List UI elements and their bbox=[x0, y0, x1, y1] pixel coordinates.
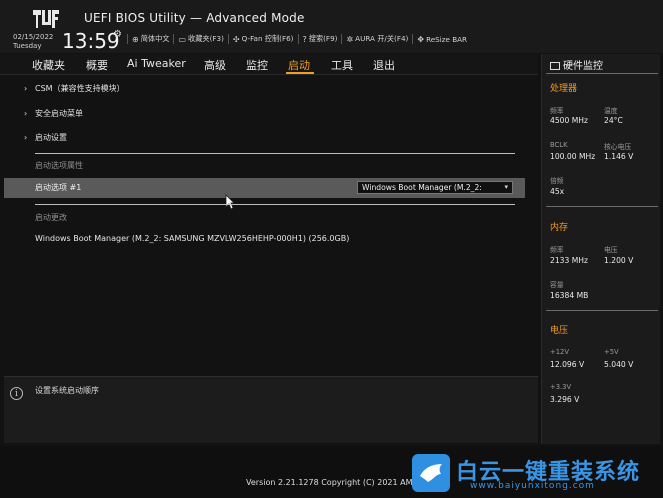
cpu-temp-label: 温度 bbox=[604, 107, 618, 115]
date-display: 02/15/2022 Tuesday bbox=[13, 33, 53, 51]
divider bbox=[35, 153, 515, 154]
boot-option-1-value: Windows Boot Manager (M.2_2: bbox=[362, 183, 482, 192]
tab-main[interactable]: 概要 bbox=[86, 57, 108, 73]
tab-tool[interactable]: 工具 bbox=[331, 57, 353, 73]
csm-item[interactable]: › CSM（兼容性支持模块） bbox=[24, 83, 125, 94]
version-text: Version 2.21.1278 Copyright (C) 2021 AM bbox=[246, 478, 413, 487]
boot-option-1-select[interactable]: Windows Boot Manager (M.2_2: ▾ bbox=[357, 181, 513, 194]
language-label: 简体中文 bbox=[140, 34, 170, 43]
chevron-right-icon: › bbox=[24, 84, 28, 93]
vcore-label: 核心电压 bbox=[604, 143, 632, 151]
watermark-bird-logo bbox=[412, 454, 450, 492]
tab-boot[interactable]: 启动 bbox=[288, 57, 310, 73]
voltage-heading: 电压 bbox=[550, 326, 569, 336]
boot-config-label: 启动设置 bbox=[35, 133, 67, 142]
divider bbox=[35, 204, 515, 205]
qfan-button[interactable]: ✣ Q-Fan 控制(F6) bbox=[227, 34, 298, 44]
bird-icon bbox=[420, 464, 442, 482]
mem-cap-label: 容量 bbox=[550, 281, 564, 289]
hardware-monitor-panel: 硬件监控 处理器 频率 4500 MHz 温度 24°C BCLK 100.00… bbox=[541, 54, 660, 444]
csm-label: CSM（兼容性支持模块） bbox=[35, 84, 125, 93]
favorites-icon: ▭ bbox=[178, 34, 187, 44]
boot-settings-panel: › CSM（兼容性支持模块） › 安全启动菜单 › 启动设置 启动选项属性 启动选项 … bbox=[0, 75, 538, 375]
cpu-freq-label: 频率 bbox=[550, 107, 564, 115]
boot-option-1-label: 启动选项 #1 bbox=[35, 183, 82, 192]
boot-config-item[interactable]: › 启动设置 bbox=[24, 132, 67, 143]
fan-icon: ✣ bbox=[232, 34, 240, 44]
hardware-monitor-title: 硬件监控 bbox=[550, 57, 603, 72]
aura-icon: ✲ bbox=[346, 34, 354, 44]
boot-override-heading: 启动更改 bbox=[35, 213, 67, 222]
weekday-text: Tuesday bbox=[13, 42, 42, 50]
v33-label: +3.3V bbox=[550, 383, 572, 391]
memory-heading: 内存 bbox=[550, 223, 569, 233]
cpu-heading: 处理器 bbox=[550, 84, 578, 94]
tab-favorites[interactable]: 收藏夹 bbox=[32, 57, 65, 73]
divider bbox=[546, 206, 658, 207]
resize-bar-icon: ✥ bbox=[417, 34, 425, 44]
favorites-label: 收藏夹(F3) bbox=[188, 34, 224, 43]
boot-option-priorities-heading: 启动选项属性 bbox=[35, 161, 83, 170]
clock: 13:59 bbox=[62, 29, 120, 53]
mem-volt-value: 1.200 V bbox=[604, 256, 634, 265]
toolbar: ⊕ 简体中文 ▭ 收藏夹(F3) ✣ Q-Fan 控制(F6) ? 搜索(F9)… bbox=[127, 33, 471, 45]
tuf-logo-icon bbox=[33, 10, 59, 28]
dropdown-arrow-icon: ▾ bbox=[504, 183, 508, 191]
divider bbox=[546, 73, 658, 74]
help-text: 设置系统启动顺序 bbox=[35, 386, 99, 395]
chevron-right-icon: › bbox=[24, 133, 28, 142]
language-button[interactable]: ⊕ 简体中文 bbox=[127, 34, 173, 44]
v12-label: +12V bbox=[550, 348, 569, 356]
tab-monitor[interactable]: 监控 bbox=[246, 57, 268, 73]
aura-label: AURA 开/关(F4) bbox=[355, 34, 409, 43]
tab-advanced[interactable]: 高级 bbox=[204, 57, 226, 73]
bios-window: UEFI BIOS Utility — Advanced Mode 02/15/… bbox=[0, 0, 663, 498]
mouse-cursor-icon bbox=[225, 194, 235, 210]
resize-bar-label: ReSize BAR bbox=[426, 34, 468, 44]
hardware-monitor-label: 硬件监控 bbox=[563, 61, 603, 72]
mem-freq-value: 2133 MHz bbox=[550, 256, 588, 265]
mem-volt-label: 电压 bbox=[604, 246, 618, 254]
secure-boot-label: 安全启动菜单 bbox=[35, 109, 83, 118]
mem-cap-value: 16384 MB bbox=[550, 291, 589, 300]
secure-boot-item[interactable]: › 安全启动菜单 bbox=[24, 108, 83, 119]
app-title: UEFI BIOS Utility — Advanced Mode bbox=[84, 11, 305, 25]
boot-override-entry[interactable]: Windows Boot Manager (M.2_2: SAMSUNG MZV… bbox=[35, 234, 349, 243]
chevron-right-icon: › bbox=[24, 109, 28, 118]
search-button[interactable]: ? 搜索(F9) bbox=[297, 34, 342, 44]
v5-label: +5V bbox=[604, 348, 619, 356]
date-text: 02/15/2022 bbox=[13, 33, 54, 41]
v12-value: 12.096 V bbox=[550, 360, 585, 369]
tab-ai-tweaker[interactable]: Ai Tweaker bbox=[127, 57, 186, 70]
help-bar: i 设置系统启动顺序 bbox=[4, 376, 538, 443]
header: UEFI BIOS Utility — Advanced Mode 02/15/… bbox=[0, 0, 663, 53]
qfan-label: Q-Fan 控制(F6) bbox=[241, 34, 294, 43]
v33-value: 3.296 V bbox=[550, 395, 580, 404]
gear-icon[interactable]: ⚙ bbox=[113, 29, 122, 40]
info-icon: i bbox=[10, 387, 23, 400]
mem-freq-label: 频率 bbox=[550, 246, 564, 254]
help-icon: ? bbox=[302, 34, 307, 44]
aura-button[interactable]: ✲ AURA 开/关(F4) bbox=[341, 34, 412, 44]
menu-bar: 收藏夹 概要 Ai Tweaker 高级 监控 启动 工具 退出 bbox=[0, 54, 538, 75]
watermark-url: www.baiyunxitong.com bbox=[470, 481, 595, 491]
vcore-value: 1.146 V bbox=[604, 152, 634, 161]
resize-bar-button[interactable]: ✥ ReSize BAR bbox=[412, 34, 471, 44]
tab-exit[interactable]: 退出 bbox=[373, 57, 395, 73]
divider bbox=[546, 310, 658, 311]
ratio-label: 倍频 bbox=[550, 177, 564, 185]
cpu-freq-value: 4500 MHz bbox=[550, 116, 588, 125]
search-label: 搜索(F9) bbox=[308, 34, 338, 43]
monitor-icon bbox=[550, 62, 560, 70]
globe-icon: ⊕ bbox=[132, 34, 139, 44]
cpu-temp-value: 24°C bbox=[604, 116, 623, 125]
ratio-value: 45x bbox=[550, 187, 565, 196]
bclk-value: 100.00 MHz bbox=[550, 152, 596, 161]
favorites-button[interactable]: ▭ 收藏夹(F3) bbox=[173, 34, 227, 44]
v5-value: 5.040 V bbox=[604, 360, 634, 369]
bclk-label: BCLK bbox=[550, 141, 568, 149]
active-tab-indicator bbox=[286, 72, 314, 74]
